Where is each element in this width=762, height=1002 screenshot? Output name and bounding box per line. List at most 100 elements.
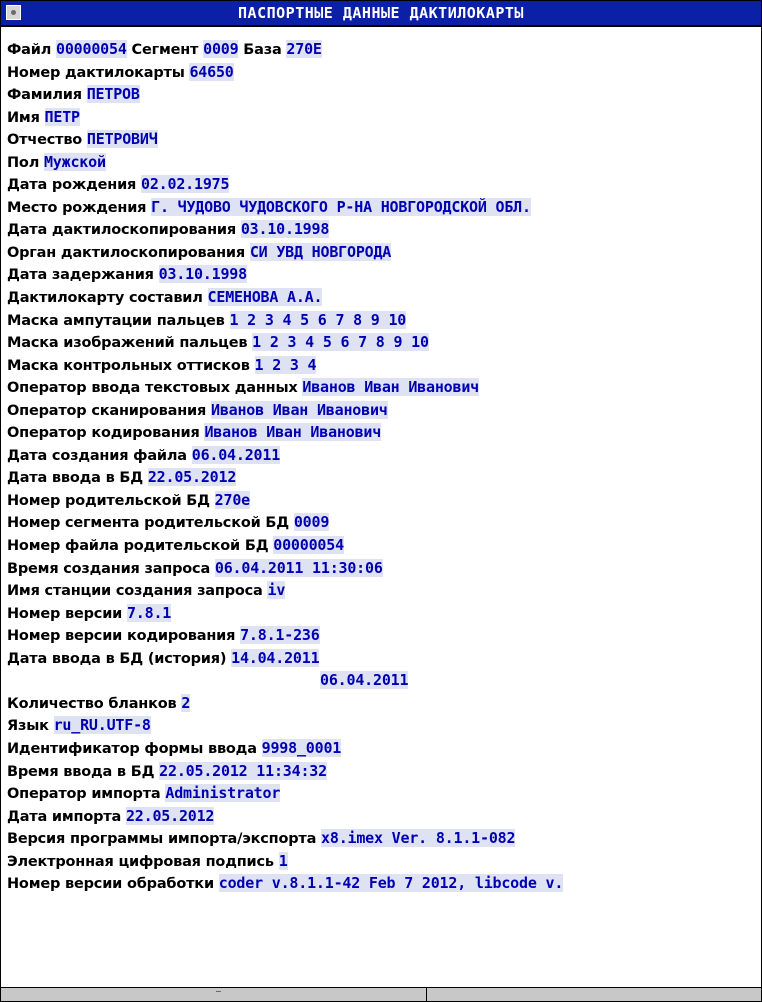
field-row: Номер дактилокарты 64650 [7,61,759,84]
field-row: Версия программы импорта/экспорта x8.ime… [7,827,759,850]
field-value: 22.05.2012 11:34:32 [159,761,327,780]
field-row: Пол Мужской [7,151,759,174]
field-row: 06.04.2011 [7,669,759,692]
field-row: Файл 00000054 Сегмент 0009 База 270E [7,38,759,61]
field-value: 1 2 3 4 5 6 7 8 9 10 [229,310,407,329]
field-label: Файл [7,42,56,58]
field-row: Дата задержания 03.10.1998 [7,263,759,286]
field-value: 02.02.1975 [141,175,230,194]
window-title: ПАСПОРТНЫЕ ДАННЫЕ ДАКТИЛОКАРТЫ [238,4,524,22]
field-row: Дактилокарту составил СЕМЕНОВА А.А. [7,286,759,309]
field-row: Имя станции создания запроса iv [7,579,759,602]
field-label: Язык [7,718,54,735]
field-label: Дата задержания [7,267,159,284]
field-value: coder v.8.1.1-42 Feb 7 2012, libcode v. [218,874,564,893]
field-row: Дата рождения 02.02.1975 [7,173,759,196]
title-bar: ПАСПОРТНЫЕ ДАННЫЕ ДАКТИЛОКАРТЫ [1,1,761,27]
field-row: Отчество ПЕТРОВИЧ [7,128,759,151]
field-row: Фамилия ПЕТРОВ [7,83,759,106]
field-label: Дата импорта [7,808,126,825]
field-label: Электронная цифровая подпись [7,853,279,870]
field-label: Сегмент [126,42,204,58]
field-row: Номер версии обработки coder v.8.1.1-42 … [7,872,759,895]
field-row: Оператор импорта Administrator [7,782,759,805]
field-label: Оператор сканирования [7,402,211,419]
field-value: 270e [214,490,250,509]
field-value: Иванов Иван Иванович [302,378,479,397]
field-value: ru_RU.UTF-8 [53,716,151,735]
field-row: Время создания запроса 06.04.2011 11:30:… [7,557,759,580]
field-row: Номер файла родительской БД 00000054 [7,534,759,557]
field-label: Номер версии [7,605,127,622]
field-label: Маска контрольных оттисков [7,357,255,374]
field-row: Номер сегмента родительской БД 0009 [7,511,759,534]
field-label: Маска ампутации пальцев [7,312,230,329]
field-row: Оператор кодирования Иванов Иван Иванови… [7,421,759,444]
field-value: 06.04.2011 11:30:06 [214,558,383,577]
field-row: Идентификатор формы ввода 9998_0001 [7,737,759,760]
field-label: Дата рождения [7,177,141,194]
field-row: Электронная цифровая подпись 1 [7,850,759,873]
field-label: Дата ввода в БД [7,470,148,487]
field-label: Идентификатор формы ввода [7,740,262,757]
field-label: Дактилокарту составил [7,290,208,307]
field-row: Маска ампутации пальцев 1 2 3 4 5 6 7 8 … [7,309,759,332]
field-row: Номер родительской БД 270e [7,489,759,512]
field-row: Время ввода в БД 22.05.2012 11:34:32 [7,760,759,783]
field-label: Номер дактилокарты [7,64,190,81]
field-value: ПЕТРОВИЧ [86,130,158,149]
field-value: x8.imex Ver. 8.1.1-082 [321,829,516,848]
status-divider [426,988,427,1001]
field-label: Пол [7,154,44,171]
field-row: Маска изображений пальцев 1 2 3 4 5 6 7 … [7,331,759,354]
field-value: 06.04.2011 [191,445,281,464]
field-row: Язык ru_RU.UTF-8 [7,714,759,737]
field-row: Дата создания файла 06.04.2011 [7,444,759,467]
field-value: 1 2 3 4 5 6 7 8 9 10 [252,333,429,352]
field-value: 0009 [203,40,239,58]
field-label: Версия программы импорта/экспорта [7,831,322,848]
field-row: Место рождения Г. ЧУДОВО ЧУДОВСКОГО Р-НА… [7,196,759,219]
field-value: 1 [278,851,288,870]
field-label: Оператор ввода текстовых данных [7,380,303,397]
field-value: 22.05.2012 [147,468,237,487]
field-value: 7.8.1 [126,603,172,622]
field-value: Иванов Иван Иванович [204,423,382,442]
field-value: СЕМЕНОВА А.А. [207,288,323,307]
field-row: Оператор ввода текстовых данных Иванов И… [7,376,759,399]
field-row: Дата дактилоскопирования 03.10.1998 [7,218,759,241]
field-row: Имя ПЕТР [7,106,759,129]
field-label: Имя станции создания запроса [7,583,268,600]
field-label: Имя [7,109,45,126]
field-value: ПЕТРОВ [86,85,140,104]
field-value: Мужской [43,152,106,171]
field-label: Номер файла родительской БД [7,538,274,555]
field-value: 7.8.1-236 [240,626,320,645]
field-label: База [238,42,287,58]
field-row: Дата ввода в БД (история) 14.04.2011 [7,647,759,670]
field-value: 1 2 3 4 [254,355,317,374]
field-value: 03.10.1998 [240,220,330,239]
field-label: Фамилия [7,87,87,104]
field-row: Номер версии кодирования 7.8.1-236 [7,624,759,647]
passport-data-window: ПАСПОРТНЫЕ ДАННЫЕ ДАКТИЛОКАРТЫ Файл 0000… [0,0,762,1002]
field-label: Отчество [7,132,87,149]
field-row: Дата импорта 22.05.2012 [7,805,759,828]
field-row: Количество бланков 2 [7,692,759,715]
field-label: Номер версии кодирования [7,628,241,645]
field-label: Маска изображений пальцев [7,335,253,352]
field-value: Administrator [165,784,281,803]
field-label: Оператор кодирования [7,425,205,442]
field-value: 270E [286,40,322,58]
field-value: 22.05.2012 [125,806,215,825]
field-value: 9998_0001 [261,738,342,757]
field-label: Время ввода в БД [7,763,160,780]
field-row: Дата ввода в БД 22.05.2012 [7,466,759,489]
field-label: Место рождения [7,199,152,216]
status-bar [1,987,761,1001]
field-label: Количество бланков [7,695,182,712]
field-label: Оператор импорта [7,786,166,803]
field-value: Иванов Иван Иванович [210,400,388,419]
field-label: Орган дактилоскопирования [7,244,250,261]
status-marker [216,991,221,992]
